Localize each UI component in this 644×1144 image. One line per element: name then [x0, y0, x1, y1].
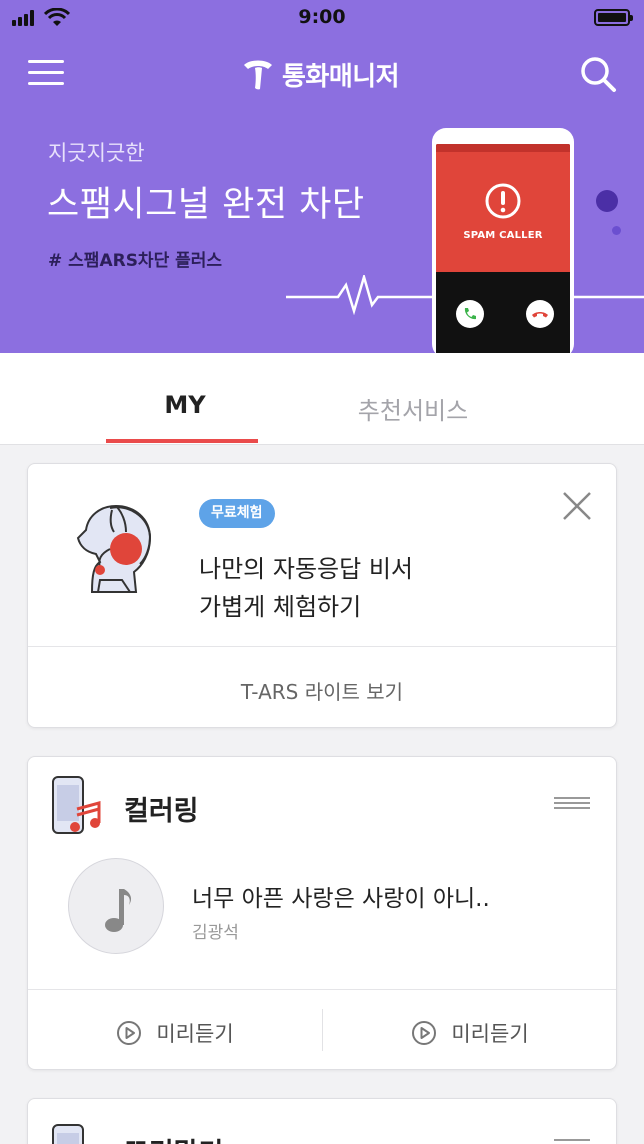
- app-brand: 통화매니저: [240, 54, 400, 94]
- alert-icon: [485, 183, 521, 219]
- drag-handle-icon[interactable]: [554, 797, 590, 811]
- song-artist: 김광석: [192, 923, 239, 943]
- decorative-dot: [596, 190, 618, 212]
- tab-bar: MY 추천서비스: [0, 353, 644, 445]
- divider: [28, 989, 616, 990]
- tab-my[interactable]: MY: [105, 391, 265, 419]
- app-title: 통화매니저: [282, 61, 400, 92]
- tab-recommended-services[interactable]: 추천서비스: [333, 391, 493, 426]
- t-logo-icon: [244, 60, 272, 90]
- search-icon[interactable]: [578, 54, 618, 94]
- divider: [28, 646, 616, 647]
- promo-line-2: 가볍게 체험하기: [199, 593, 362, 621]
- hero-banner[interactable]: 9:00 통화매니저 지긋지긋한 스팸시그널 완전 차단 # 스팸ARS차단 플…: [0, 0, 644, 353]
- phone-illustration: SPAM CALLER: [432, 128, 574, 353]
- banner-headline: 스팸시그널 완전 차단: [47, 185, 365, 225]
- free-trial-badge: 무료체험: [199, 499, 275, 528]
- banner-subtitle: 지긋지긋한: [48, 141, 145, 165]
- battery-icon: [594, 9, 633, 26]
- phone-music-icon: [52, 776, 101, 834]
- close-icon[interactable]: [561, 490, 593, 522]
- play-circle-icon: [117, 1021, 142, 1045]
- status-bar: 9:00: [0, 0, 644, 36]
- spam-caller-label: SPAM CALLER: [463, 230, 543, 241]
- song-title: 너무 아픈 사랑은 사랑이 아니..: [192, 886, 490, 912]
- headset-agent-icon: [76, 504, 152, 593]
- banner-tag: # 스팸ARS차단 플러스: [48, 251, 223, 271]
- hamburger-menu-icon[interactable]: [28, 60, 66, 88]
- preview-button-left[interactable]: 미리듣기: [28, 1015, 322, 1051]
- album-art: [68, 858, 164, 954]
- coloring-card: 컬러링 너무 아픈 사랑은 사랑이 아니.. 김광석 미리듣기 미리듣기: [27, 756, 617, 1070]
- music-note-icon: [105, 889, 132, 932]
- service-card-partial: 꼬리말기: [27, 1098, 617, 1144]
- tars-lite-link[interactable]: T-ARS 라이트 보기: [28, 676, 616, 705]
- preview-label: 미리듣기: [451, 1022, 529, 1046]
- preview-button-right[interactable]: 미리듣기: [323, 1015, 617, 1051]
- decorative-dot: [612, 226, 621, 235]
- phone-icon: [52, 1124, 84, 1144]
- play-circle-icon: [412, 1021, 437, 1045]
- drag-handle-icon[interactable]: [554, 1139, 590, 1144]
- accept-call-icon: [456, 300, 484, 328]
- active-tab-indicator: [106, 439, 258, 443]
- decline-call-icon: [526, 300, 554, 328]
- status-time: 9:00: [298, 6, 346, 28]
- promo-line-1: 나만의 자동응답 비서: [199, 555, 413, 583]
- coloring-title: 컬러링: [124, 796, 199, 827]
- service-title: 꼬리말기: [124, 1131, 223, 1144]
- tars-promo-card: 무료체험 나만의 자동응답 비서 가볍게 체험하기 T-ARS 라이트 보기: [27, 463, 617, 728]
- preview-label: 미리듣기: [156, 1022, 234, 1046]
